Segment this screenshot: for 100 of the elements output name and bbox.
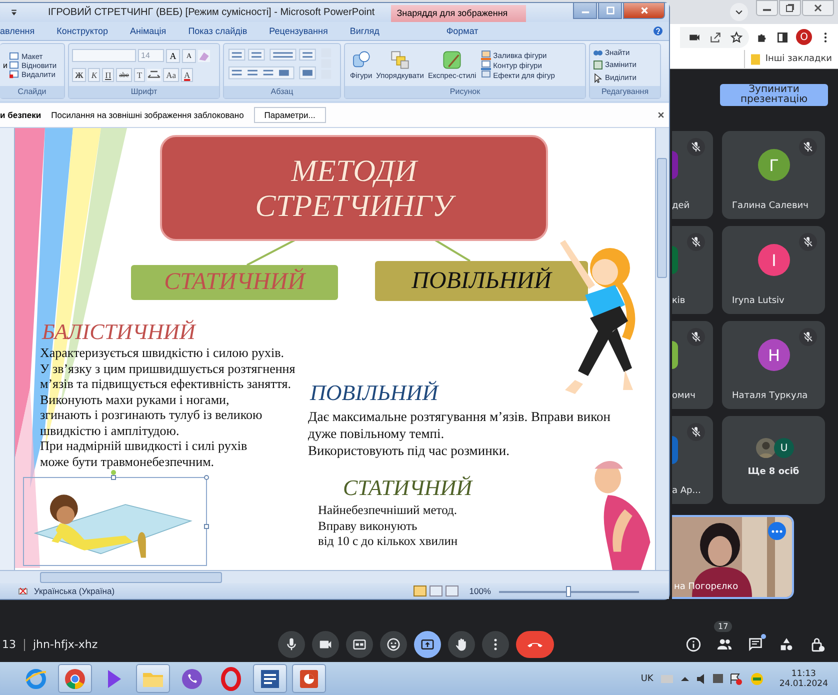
meeting-code: jhn-hfjx-xhz xyxy=(33,638,98,651)
chat-icon[interactable] xyxy=(747,636,764,653)
taskbar-button[interactable] xyxy=(253,664,287,693)
zoom-thumb[interactable] xyxy=(566,586,571,596)
close-icon xyxy=(640,6,648,15)
chrome-icon[interactable] xyxy=(63,666,87,690)
spacing-icon[interactable] xyxy=(147,68,162,80)
options-button[interactable]: Параметри... xyxy=(254,107,326,123)
captions-button[interactable] xyxy=(346,631,373,658)
shapes-icon[interactable] xyxy=(778,636,795,653)
shapes-icon xyxy=(351,50,372,70)
group-label: Рисунок xyxy=(345,86,585,98)
horizontal-scrollbar[interactable] xyxy=(0,570,669,583)
restore-button[interactable] xyxy=(779,0,801,16)
participant-count: 17 xyxy=(714,621,732,632)
view-buttons-drawing[interactable] xyxy=(413,585,462,597)
clock-date[interactable]: 24.01.2024 xyxy=(779,678,828,688)
new-slide-button[interactable]: и xyxy=(3,60,8,70)
effects-icon xyxy=(481,70,492,80)
font-name-field[interactable] xyxy=(72,49,136,62)
vertical-scrollbar[interactable] xyxy=(655,128,669,570)
ring-icon[interactable] xyxy=(219,666,243,690)
group-label: Слайди xyxy=(0,86,64,98)
category-label: СТАТИЧНИЙ xyxy=(164,269,305,296)
language-status[interactable]: Українська (Україна) xyxy=(18,586,115,596)
outline-icon xyxy=(481,60,492,70)
font-color-button[interactable]: A xyxy=(181,68,194,82)
group-label: Абзац xyxy=(224,86,340,98)
minimize-button[interactable] xyxy=(573,3,597,19)
input-language[interactable]: UK xyxy=(640,674,654,684)
address-bar[interactable] xyxy=(680,26,749,48)
clock-time[interactable]: 11:13 xyxy=(791,668,816,678)
section-heading: ПОВІЛЬНИЙ xyxy=(308,380,440,406)
bookmarks-folder[interactable]: Інші закладки xyxy=(744,50,832,68)
dropdown-icon[interactable] xyxy=(10,8,18,16)
font-style-button[interactable]: К xyxy=(88,68,100,82)
camera-button[interactable] xyxy=(312,631,339,658)
close-button[interactable] xyxy=(623,3,665,19)
change-case-button[interactable]: Aa xyxy=(163,68,180,82)
layout-icon xyxy=(9,52,20,60)
close-button[interactable] xyxy=(802,0,834,16)
captions-icon xyxy=(352,637,367,652)
phone-icon xyxy=(526,640,544,648)
font-style-button[interactable]: Т xyxy=(134,68,146,82)
section-text: Найнебезпечніший метод. Вправу виконують від 10 с до кількох хвилин xyxy=(318,503,459,550)
taskbar-button[interactable] xyxy=(58,664,92,693)
styles-icon xyxy=(442,50,462,70)
section-text: Дає максимальне розтягування м’язів. Вправи викон дуже повільному темпі. Використовують під час розминки. xyxy=(308,408,610,459)
tab-search-button[interactable] xyxy=(730,3,748,21)
side-panel-icon[interactable] xyxy=(776,30,789,44)
font-style-button[interactable]: Ж xyxy=(72,68,86,82)
microphone-icon xyxy=(284,637,299,652)
help-icon[interactable] xyxy=(653,26,663,36)
delete-icon xyxy=(9,70,20,78)
close-icon[interactable] xyxy=(657,111,665,119)
ribbon-tab[interactable]: Показ слайдів xyxy=(177,26,258,36)
ribbon-tab[interactable]: Вигляд xyxy=(338,26,390,36)
microphone-button[interactable] xyxy=(278,631,305,658)
folder-icon xyxy=(751,54,760,64)
participant-name: дей xyxy=(672,201,690,211)
participant-name: а Ар... xyxy=(672,486,701,496)
section-text: Характеризується швидкістю і силою рухів. У зв’язку з цим пришвидшується розтягнення м’язів та підвищується ефективність заняття. Виконують махи руками і ногами, згинають і розгинають тулуб із великою швидкістю і амплітудою. При надмірній швидкості і силі рухів може бути травмонебезпечним. xyxy=(40,345,296,469)
present-icon xyxy=(420,637,435,652)
bookmark-star-icon[interactable] xyxy=(730,30,743,44)
share-icon[interactable] xyxy=(709,30,722,44)
zoom-level: 100% xyxy=(469,586,491,596)
ribbon-tab[interactable]: Конструктор xyxy=(46,26,119,36)
more-button[interactable] xyxy=(482,631,509,658)
participant-avatar: I xyxy=(758,244,790,276)
lock-icon[interactable] xyxy=(809,636,826,653)
profile-avatar[interactable]: O xyxy=(796,29,812,45)
group-label: Редагування xyxy=(590,86,660,98)
reset-icon xyxy=(9,60,20,70)
ribbon-tab[interactable]: Рецензування xyxy=(258,26,339,36)
context-tab-label: Знаряддя для зображення xyxy=(390,5,526,22)
grow-font-button[interactable]: A xyxy=(166,48,180,62)
info-icon[interactable] xyxy=(685,636,702,653)
participant-name: Ще 8 осіб xyxy=(746,467,800,477)
group-label: Шрифт xyxy=(69,86,219,98)
hand-button[interactable] xyxy=(448,631,475,658)
participant-name: Галина Салевич xyxy=(731,201,808,211)
taskbar-button[interactable] xyxy=(292,664,326,693)
ribbon-tab[interactable]: авлення xyxy=(0,26,46,36)
font-style-button[interactable]: П xyxy=(102,68,114,82)
end-call-button[interactable] xyxy=(516,631,554,658)
participant-name: Наталя Туркула xyxy=(731,391,808,401)
stop-presenting-button[interactable]: Зупинити презентацію xyxy=(720,84,828,106)
participant-avatar: U xyxy=(774,438,794,458)
present-button[interactable] xyxy=(414,631,441,658)
ribbon-tab[interactable]: Формат xyxy=(416,26,508,36)
emoji-button[interactable] xyxy=(380,631,407,658)
participant-name: ків xyxy=(672,296,686,306)
minimize-button[interactable] xyxy=(756,0,778,16)
maximize-button[interactable] xyxy=(598,3,622,19)
hand-icon xyxy=(454,637,469,652)
participant-avatar: Г xyxy=(758,149,790,181)
window-title: ІГРОВИЙ СТРЕТЧИНГ (ВЕБ) [Режим сумісності] - Microsoft PowerPoint xyxy=(48,7,375,18)
maximize-icon xyxy=(606,6,614,15)
phone-icon[interactable] xyxy=(180,666,204,690)
ribbon-tab[interactable]: Анімація xyxy=(118,26,178,36)
